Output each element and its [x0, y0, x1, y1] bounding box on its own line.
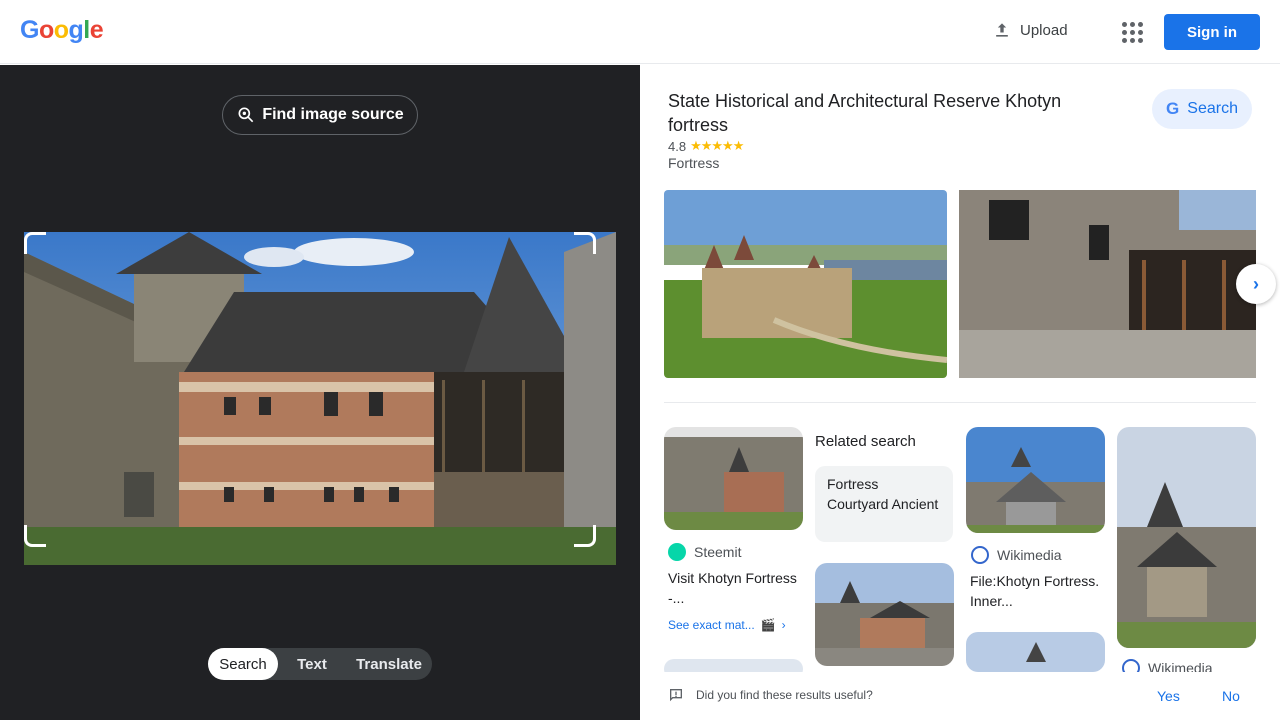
result-thumbnail[interactable] [966, 632, 1105, 672]
next-arrow-button[interactable]: › [1236, 264, 1276, 304]
source-label: Wikimedia [997, 547, 1062, 563]
crop-handle-bottom-left[interactable] [24, 525, 46, 547]
clapper-icon: 🎬 [760, 618, 776, 632]
google-search-label: Search [1187, 100, 1238, 117]
google-search-button[interactable]: G Search [1152, 89, 1252, 129]
feedback-yes-button[interactable]: Yes [1157, 688, 1180, 704]
results-panel: State Historical and Architectural Reser… [640, 65, 1280, 720]
google-logo[interactable]: Google [20, 16, 104, 45]
logo-letter: o [53, 16, 69, 44]
result-thumbnail[interactable] [815, 563, 954, 666]
upload-icon [996, 23, 1008, 37]
related-search-heading: Related search [815, 433, 916, 450]
result-thumbnail[interactable] [1117, 427, 1256, 648]
result-title[interactable]: Visit Khotyn Fortress -... [668, 568, 798, 608]
crop-handle-top-right[interactable] [574, 232, 596, 254]
sign-in-button[interactable]: Sign in [1164, 14, 1260, 50]
logo-letter: e [89, 16, 104, 44]
entity-image-1[interactable] [664, 190, 947, 378]
feedback-no-button[interactable]: No [1222, 688, 1240, 704]
query-image-panel: Find image source Search Text Translate [0, 65, 640, 720]
crop-handle-bottom-right[interactable] [574, 525, 596, 547]
rating-value: 4.8 [668, 138, 687, 154]
google-g-icon: G [1166, 99, 1180, 118]
logo-letter: G [20, 16, 39, 44]
divider [664, 402, 1256, 403]
result-thumbnail[interactable] [966, 427, 1105, 533]
result-source[interactable]: Steemit [668, 543, 741, 561]
related-search-chip[interactable]: Fortress Courtyard Ancient [815, 466, 953, 542]
steemit-icon [668, 543, 686, 561]
exact-label: See exact mat... [668, 618, 755, 632]
tab-text[interactable]: Text [278, 648, 346, 680]
logo-letter: g [68, 16, 84, 44]
query-image[interactable] [24, 232, 616, 565]
entity-rating: 4.8 ★★★★★ [668, 138, 744, 154]
find-image-source-button[interactable]: Find image source [222, 95, 418, 135]
feedback-question: Did you find these results useful? [668, 687, 873, 703]
top-bar: Google Upload Sign in [0, 0, 1280, 64]
chevron-right-icon: › [781, 618, 786, 632]
source-label: Steemit [694, 544, 742, 560]
entity-title[interactable]: State Historical and Architectural Reser… [668, 89, 1108, 137]
feedback-bar: Did you find these results useful? Yes N… [640, 672, 1280, 720]
wikimedia-icon [971, 546, 989, 564]
result-source[interactable]: Wikimedia [971, 546, 1062, 564]
rating-stars: ★★★★★ [690, 138, 744, 153]
feedback-icon [670, 689, 682, 702]
see-exact-matches-link[interactable]: See exact mat... 🎬 › [668, 618, 786, 632]
upload-button[interactable]: Upload [992, 20, 1068, 40]
crop-handle-top-left[interactable] [24, 232, 46, 254]
apps-grid-icon[interactable] [1120, 20, 1144, 44]
feedback-question-label: Did you find these results useful? [696, 688, 873, 702]
result-thumbnail[interactable] [664, 427, 803, 530]
lens-search-icon [238, 107, 254, 123]
tab-search[interactable]: Search [208, 648, 278, 680]
logo-letter: o [38, 16, 54, 44]
find-image-source-label: Find image source [262, 106, 404, 123]
tab-translate[interactable]: Translate [346, 648, 432, 680]
entity-image-2[interactable] [959, 190, 1256, 378]
mode-switcher: Search Text Translate [208, 648, 432, 680]
chevron-right-icon: › [1253, 273, 1259, 294]
result-title[interactable]: File:Khotyn Fortress. Inner... [970, 571, 1100, 611]
entity-type: Fortress [668, 155, 720, 171]
upload-label: Upload [1020, 21, 1068, 39]
